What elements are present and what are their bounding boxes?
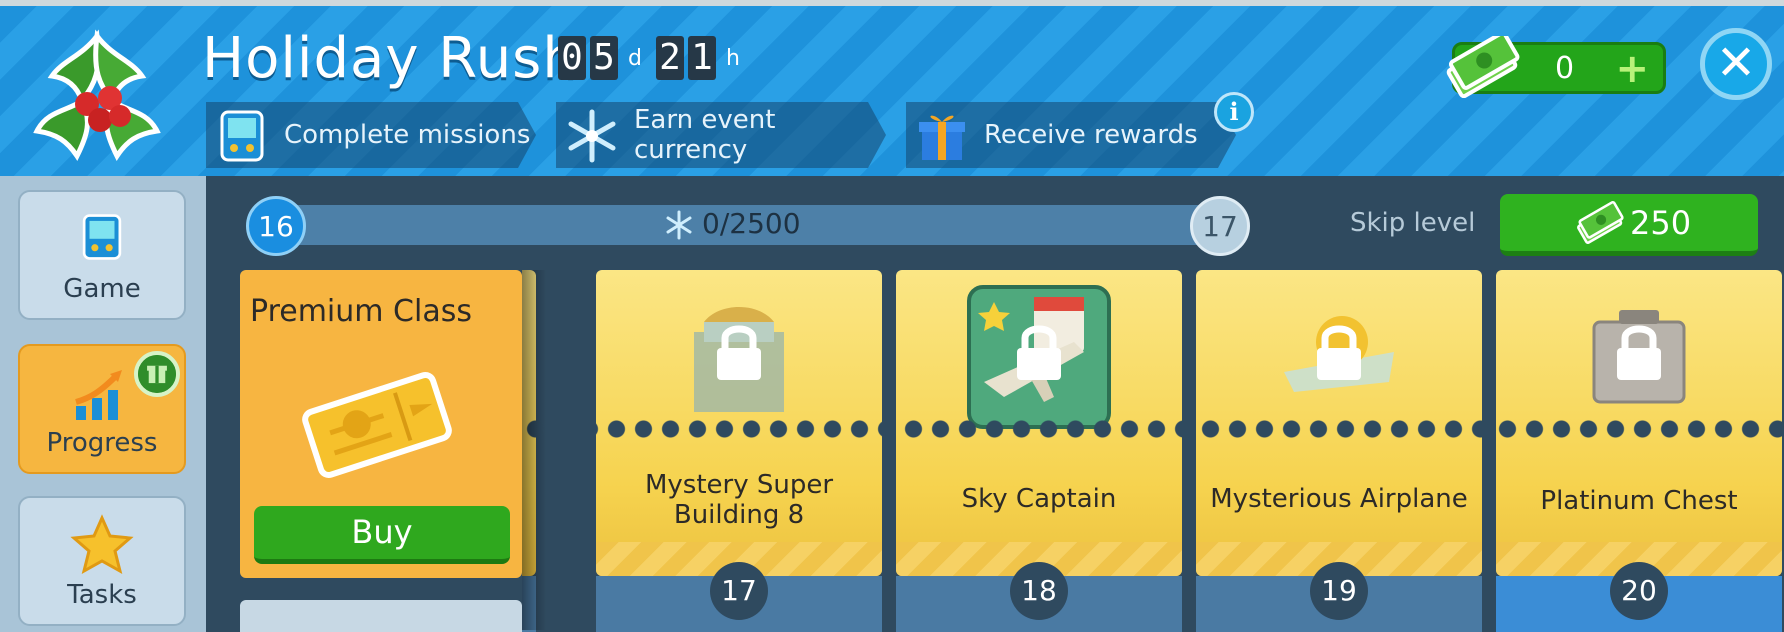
sidebar: Game Progress Tasks xyxy=(0,176,206,632)
timer-unit-hours: h xyxy=(725,45,740,71)
premium-class-panel: Premium Class Buy xyxy=(240,270,522,578)
close-button[interactable]: ✕ xyxy=(1700,28,1772,100)
reward-level-badge: 18 xyxy=(1010,562,1068,620)
reward-level-badge: 19 xyxy=(1310,562,1368,620)
reward-name: Platinum Chest xyxy=(1540,486,1738,516)
sidebar-item-label: Progress xyxy=(46,428,158,458)
sidebar-item-label: Game xyxy=(63,274,141,304)
current-level-badge: 16 xyxy=(246,196,306,256)
lock-icon xyxy=(1617,325,1661,380)
sidebar-item-tasks[interactable]: Tasks xyxy=(18,496,186,626)
info-button[interactable]: i xyxy=(1214,92,1254,132)
header-bar: Holiday Rush 0 5 d 2 1 h Complete missio… xyxy=(0,0,1784,176)
timer-digit: 2 xyxy=(655,36,684,80)
step-receive-rewards: Receive rewards xyxy=(906,102,1236,168)
progress-chart-icon xyxy=(75,370,122,420)
step-complete-missions: Complete missions xyxy=(206,102,536,168)
skip-cost: 250 xyxy=(1630,204,1692,242)
rewards-track: Mystery Super Building 8 Sky Captain Mys… xyxy=(522,270,1784,632)
timer-digit: 0 xyxy=(558,36,586,80)
reward-name: Mystery Super Building 8 xyxy=(644,470,834,530)
add-currency-button[interactable]: + xyxy=(1615,49,1649,89)
skip-level-button[interactable]: 250 xyxy=(1500,194,1758,256)
buy-button[interactable]: Buy xyxy=(254,506,510,564)
progress-text: 0/2500 xyxy=(702,207,801,240)
currency-value: 0 xyxy=(1555,51,1575,86)
star-icon xyxy=(70,514,134,574)
reward-level-badge: 20 xyxy=(1610,562,1668,620)
step-earn-currency: Earn event currency xyxy=(556,102,886,168)
basic-class-panel xyxy=(240,600,522,632)
premium-title: Premium Class xyxy=(250,294,472,329)
timer-digit: 1 xyxy=(687,36,716,80)
skip-level-label: Skip level xyxy=(1350,208,1476,238)
reward-level-badge: 17 xyxy=(710,562,768,620)
step-label: Complete missions xyxy=(284,120,531,150)
snowflake-icon xyxy=(666,210,692,240)
next-level-badge: 17 xyxy=(1190,196,1250,256)
cash-icon xyxy=(1446,36,1520,98)
reward-name: Mysterious Airplane xyxy=(1210,484,1468,514)
premium-ticket-icon xyxy=(302,371,452,479)
lock-icon xyxy=(1017,325,1061,380)
panel-shadow xyxy=(522,270,546,630)
event-screen: { "header": { "title": "Holiday Rush", "… xyxy=(0,0,1784,632)
holly-icon xyxy=(33,29,161,161)
reward-name: Sky Captain xyxy=(961,484,1117,514)
sidebar-item-label: Tasks xyxy=(67,580,137,610)
event-title: Holiday Rush xyxy=(202,26,579,91)
gift-badge-icon xyxy=(134,351,180,397)
gift-icon xyxy=(914,108,970,164)
snowflake-icon xyxy=(564,108,620,164)
timer-digit: 5 xyxy=(590,36,618,80)
game-console-icon xyxy=(82,214,122,260)
sidebar-item-game[interactable]: Game xyxy=(18,190,186,320)
event-timer: 0 5 d 2 1 h xyxy=(558,36,750,80)
step-label: Receive rewards xyxy=(984,120,1198,150)
game-console-icon xyxy=(214,108,270,164)
timer-unit-days: d xyxy=(628,45,642,71)
step-label: Earn event currency xyxy=(634,105,776,165)
cash-icon xyxy=(1577,201,1624,244)
level-path-dots xyxy=(522,420,1784,438)
lock-icon xyxy=(717,325,761,380)
lock-icon xyxy=(1317,325,1361,380)
